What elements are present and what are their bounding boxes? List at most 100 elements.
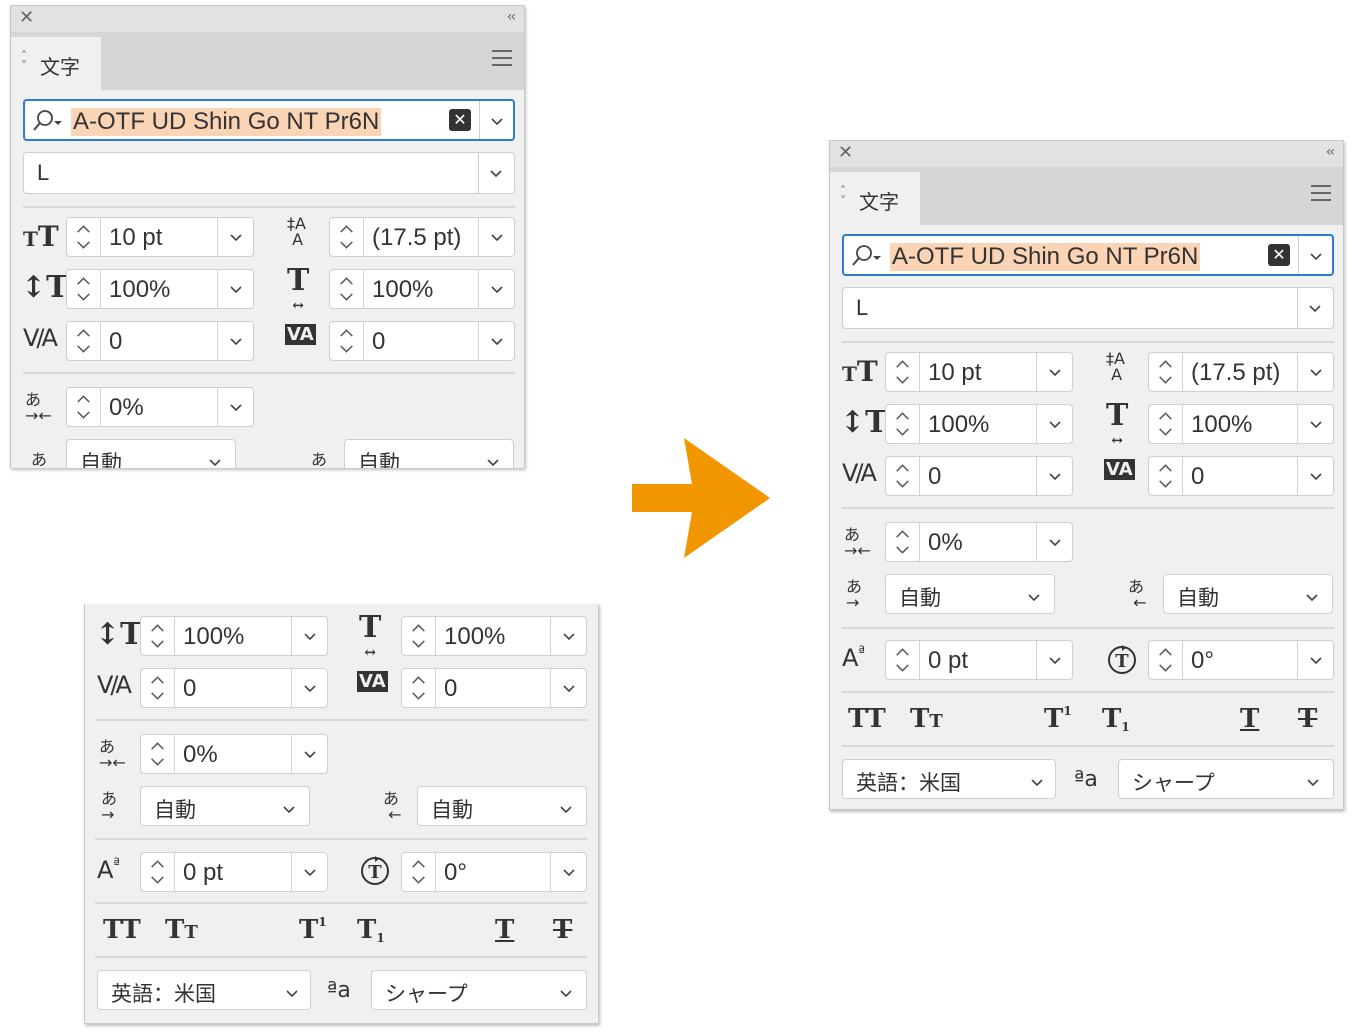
horizontal-scale-value[interactable]: 100%	[444, 623, 505, 651]
chevron-down-icon[interactable]	[1310, 654, 1322, 666]
tracking-combo[interactable]: 0	[401, 668, 587, 708]
horizontal-scale-combo[interactable]: 100%	[329, 269, 515, 309]
font-size-combo[interactable]: 10 pt	[66, 217, 254, 257]
vertical-scale-combo[interactable]: 100%	[140, 616, 328, 656]
baseline-shift-combo[interactable]: 0 pt	[140, 852, 328, 892]
spinner-icon[interactable]	[402, 617, 436, 655]
chevron-down-icon[interactable]	[1307, 776, 1319, 788]
font-size-value[interactable]: 10 pt	[109, 224, 162, 252]
spinner-icon[interactable]	[67, 218, 101, 256]
spinner-icon[interactable]	[67, 388, 101, 426]
font-size-value[interactable]: 10 pt	[928, 359, 981, 387]
tracking-combo[interactable]: 0	[329, 321, 515, 361]
horizontal-scale-value[interactable]: 100%	[1191, 411, 1252, 439]
vertical-scale-value[interactable]: 100%	[109, 276, 170, 304]
language-select[interactable]: 英語：米国	[97, 970, 311, 1010]
clear-icon[interactable]: ✕	[1268, 244, 1290, 266]
chevron-down-icon[interactable]	[563, 866, 575, 878]
kerning-combo[interactable]: 0	[66, 321, 254, 361]
spinner-icon[interactable]	[886, 457, 920, 495]
chevron-down-icon[interactable]	[491, 115, 503, 127]
leading-value[interactable]: (17.5 pt)	[372, 224, 461, 252]
chevron-down-icon[interactable]	[230, 231, 242, 243]
all-caps-icon[interactable]: TT	[848, 704, 886, 734]
chevron-down-icon[interactable]	[487, 456, 499, 468]
close-icon[interactable]: ✕	[19, 8, 34, 28]
tsume-value[interactable]: 0%	[928, 529, 963, 557]
clear-icon[interactable]: ✕	[449, 109, 471, 131]
close-icon[interactable]: ✕	[838, 143, 853, 163]
chevron-down-icon[interactable]	[304, 866, 316, 878]
tsume-combo[interactable]: 0%	[885, 522, 1073, 562]
strikethrough-icon[interactable]: T	[553, 915, 572, 945]
font-name-value[interactable]: A-OTF UD Shin Go NT Pr6N	[890, 243, 1201, 271]
chevron-down-icon[interactable]	[230, 335, 242, 347]
spinner-icon[interactable]	[1149, 457, 1183, 495]
spinner-icon[interactable]	[141, 853, 175, 891]
chevron-down-icon[interactable]	[209, 456, 221, 468]
spinner-icon[interactable]	[886, 353, 920, 391]
tsume-value[interactable]: 0%	[183, 741, 218, 769]
chevron-down-icon[interactable]	[1309, 302, 1321, 314]
chevron-down-icon[interactable]	[286, 987, 298, 999]
spinner-icon[interactable]	[402, 669, 436, 707]
tab-character[interactable]: ˄ ˅ 文字	[11, 37, 101, 90]
aki-right-select[interactable]: 自動	[1163, 574, 1333, 614]
underline-icon[interactable]: T	[1240, 704, 1259, 734]
baseline-shift-value[interactable]: 0 pt	[928, 647, 968, 675]
chevron-down-icon[interactable]	[560, 987, 572, 999]
chevron-down-icon[interactable]	[491, 335, 503, 347]
tracking-value[interactable]: 0	[1191, 463, 1204, 491]
chevron-down-icon[interactable]	[1310, 366, 1322, 378]
vertical-scale-combo[interactable]: 100%	[885, 404, 1073, 444]
antialias-select[interactable]: シャープ	[371, 970, 587, 1010]
aki-left-select[interactable]: 自動	[66, 439, 236, 468]
collapse-icon[interactable]: ‹‹	[507, 9, 516, 25]
tracking-combo[interactable]: 0	[1148, 456, 1334, 496]
font-search-field[interactable]: A-OTF UD Shin Go NT Pr6N ✕	[842, 234, 1334, 276]
chevron-down-icon[interactable]	[491, 231, 503, 243]
chevron-down-icon[interactable]	[1310, 418, 1322, 430]
chevron-down-icon[interactable]	[1031, 776, 1043, 788]
kerning-value[interactable]: 0	[109, 328, 122, 356]
chevron-down-icon[interactable]	[1049, 470, 1061, 482]
spinner-icon[interactable]	[1149, 405, 1183, 443]
horizontal-scale-value[interactable]: 100%	[372, 276, 433, 304]
chevron-down-icon[interactable]	[1049, 366, 1061, 378]
font-search-field[interactable]: A-OTF UD Shin Go NT Pr6N ✕	[23, 99, 515, 141]
spinner-icon[interactable]	[886, 641, 920, 679]
spinner-icon[interactable]	[141, 617, 175, 655]
chevron-down-icon[interactable]	[490, 167, 502, 179]
spinner-icon[interactable]	[1149, 641, 1183, 679]
kerning-value[interactable]: 0	[928, 463, 941, 491]
subscript-icon[interactable]: T1	[357, 915, 385, 945]
menu-icon[interactable]	[492, 50, 512, 71]
aki-right-select[interactable]: 自動	[417, 786, 587, 826]
small-caps-icon[interactable]: TT	[165, 915, 198, 945]
subscript-icon[interactable]: T1	[1102, 704, 1130, 734]
tracking-value[interactable]: 0	[372, 328, 385, 356]
small-caps-icon[interactable]: TT	[910, 704, 943, 734]
spinner-icon[interactable]	[1149, 353, 1183, 391]
chevron-down-icon[interactable]	[560, 803, 572, 815]
chevron-down-icon[interactable]	[491, 283, 503, 295]
spinner-icon[interactable]	[141, 669, 175, 707]
vertical-scale-value[interactable]: 100%	[183, 623, 244, 651]
chevron-down-icon[interactable]	[1049, 418, 1061, 430]
spinner-icon[interactable]	[330, 322, 364, 360]
chevron-down-icon[interactable]	[1049, 654, 1061, 666]
kerning-combo[interactable]: 0	[140, 668, 328, 708]
rotation-combo[interactable]: 0°	[1148, 640, 1334, 680]
spinner-icon[interactable]	[67, 322, 101, 360]
font-size-combo[interactable]: 10 pt	[885, 352, 1073, 392]
rotation-value[interactable]: 0°	[1191, 647, 1214, 675]
chevron-down-icon[interactable]	[283, 803, 295, 815]
chevron-down-icon[interactable]	[304, 682, 316, 694]
rotation-value[interactable]: 0°	[444, 859, 467, 887]
aki-left-select[interactable]: 自動	[140, 786, 310, 826]
tsume-combo[interactable]: 0%	[66, 387, 254, 427]
kerning-combo[interactable]: 0	[885, 456, 1073, 496]
rotation-combo[interactable]: 0°	[401, 852, 587, 892]
kerning-value[interactable]: 0	[183, 675, 196, 703]
aki-right-select[interactable]: 自動	[344, 439, 514, 468]
